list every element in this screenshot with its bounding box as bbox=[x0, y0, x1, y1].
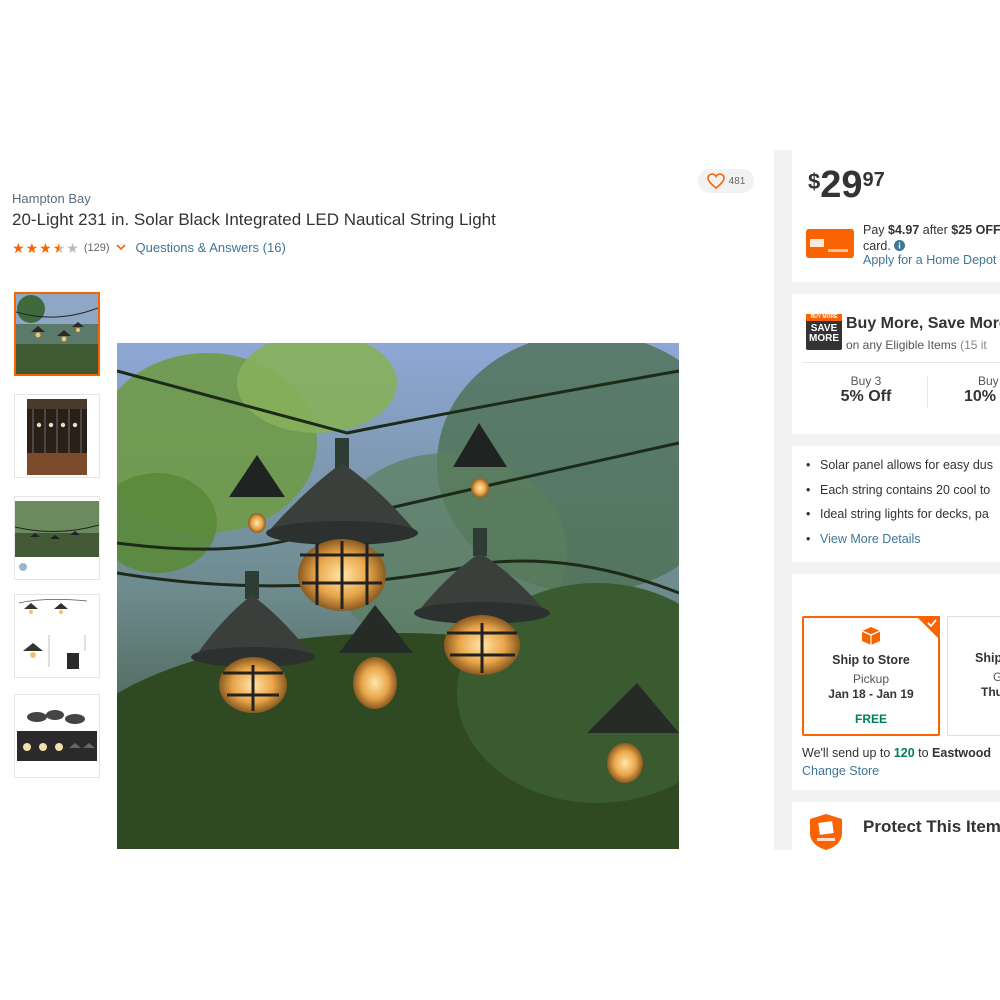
questions-answers-link[interactable]: Questions & Answers (16) bbox=[136, 240, 286, 255]
change-store-link[interactable]: Change Store bbox=[802, 764, 879, 778]
tier-discount: 5% Off bbox=[840, 388, 892, 405]
price-dollar-sign: $ bbox=[808, 169, 821, 194]
apply-credit-link[interactable]: Apply for a Home Depot bbox=[863, 253, 996, 267]
send-suffix: to bbox=[914, 746, 933, 760]
buy-more-tier[interactable]: Buy 3 5% Off bbox=[826, 374, 906, 406]
star-half-icon: ★ bbox=[52, 239, 66, 256]
price-cents: 97 bbox=[862, 169, 885, 191]
rating-stars[interactable]: ★ ★ ★ ★ ★ bbox=[12, 241, 79, 255]
buy-more-subtitle: on any Eligible Items (15 it bbox=[846, 338, 987, 352]
main-product-image[interactable] bbox=[117, 343, 679, 849]
checkmark-icon bbox=[927, 619, 937, 627]
highlights-list: • Solar panel allows for easy dus • Each s… bbox=[806, 458, 993, 556]
credit-offer-text: Pay $4.97 after $25 OFF card. bbox=[863, 222, 1000, 254]
brand-link[interactable]: Hampton Bay bbox=[12, 191, 91, 206]
card-line: card. bbox=[863, 239, 891, 253]
section-gap bbox=[792, 434, 1000, 446]
divider bbox=[802, 362, 1000, 363]
buy-more-count: (15 it bbox=[960, 338, 987, 352]
option-title: Ship to Store bbox=[832, 653, 910, 667]
star-empty-icon: ★ bbox=[66, 239, 79, 256]
view-more-details-link[interactable]: • View More Details bbox=[806, 532, 993, 557]
ship-to-store-option[interactable]: Ship to Store Pickup Jan 18 - Jan 19 FRE… bbox=[802, 616, 940, 736]
buy-more-tier[interactable]: Buy 10% bbox=[962, 374, 1000, 406]
chevron-down-icon[interactable] bbox=[115, 242, 126, 254]
thumbnail-image-1[interactable] bbox=[14, 292, 100, 376]
option-title: Ship bbox=[975, 651, 1000, 665]
divider bbox=[927, 376, 928, 408]
send-to-store-text: We'll send up to 120 to Eastwood bbox=[802, 746, 991, 760]
column-divider bbox=[774, 150, 792, 850]
info-icon[interactable] bbox=[894, 240, 906, 251]
section-gap bbox=[792, 562, 1000, 574]
tier-qty: Buy bbox=[978, 374, 999, 388]
option-subtitle: Pickup bbox=[852, 672, 890, 686]
section-gap bbox=[792, 790, 1000, 802]
ship-to-home-option[interactable]: Ship G Thu bbox=[947, 616, 1000, 736]
price-whole: 29 bbox=[820, 164, 863, 206]
pay-prefix: Pay bbox=[863, 223, 889, 237]
buy-more-subtitle-text: on any Eligible Items bbox=[846, 338, 957, 352]
badge-top: BUY MORE bbox=[806, 314, 842, 321]
price: $ 29 97 bbox=[808, 166, 885, 204]
protect-item-title: Protect This Item bbox=[863, 817, 1000, 836]
store-name: Eastwood bbox=[932, 746, 992, 760]
star-icon: ★ bbox=[12, 239, 25, 256]
buy-more-title: Buy More, Save More bbox=[846, 315, 1000, 332]
box-icon bbox=[861, 627, 881, 645]
option-price: FREE bbox=[854, 712, 887, 726]
list-item: • Each string contains 20 cool to bbox=[806, 482, 991, 497]
list-item: • Solar panel allows for easy dus bbox=[806, 458, 994, 472]
heart-icon bbox=[706, 173, 725, 189]
protection-shield-icon bbox=[810, 814, 842, 850]
option-date: Jan 18 - Jan 19 bbox=[828, 687, 914, 701]
rating-row: ★ ★ ★ ★ ★ (129) Questions & Answers (16) bbox=[12, 240, 286, 255]
favorite-button[interactable]: 481 bbox=[698, 169, 754, 193]
thumbnail-image-2[interactable] bbox=[14, 394, 100, 478]
option-date: Thu bbox=[981, 685, 1000, 699]
buy-more-badge-icon: BUY MORE SAVE MORE bbox=[806, 314, 842, 350]
section-gap bbox=[792, 282, 1000, 294]
thumbnail-image-4[interactable] bbox=[14, 594, 100, 678]
review-count[interactable]: (129) bbox=[84, 242, 110, 254]
off-amount: $25 OFF bbox=[951, 223, 1000, 237]
product-title: 20-Light 231 in. Solar Black Integrated … bbox=[12, 210, 496, 229]
credit-card-icon bbox=[806, 229, 854, 258]
list-item: • Ideal string lights for decks, pa bbox=[806, 507, 989, 521]
star-icon: ★ bbox=[25, 239, 39, 256]
badge-bot: MORE bbox=[809, 333, 839, 344]
pay-amount: $4.97 bbox=[888, 223, 920, 237]
send-qty: 120 bbox=[893, 746, 915, 760]
thumbnail-image-5[interactable] bbox=[14, 694, 100, 778]
after-text: after bbox=[919, 223, 952, 237]
send-prefix: We'll send up to bbox=[802, 746, 894, 760]
option-subtitle: G bbox=[993, 670, 1000, 684]
tier-qty: Buy 3 bbox=[850, 374, 882, 388]
tier-discount: 10% bbox=[964, 388, 997, 405]
star-icon: ★ bbox=[39, 239, 52, 256]
thumbnail-image-3[interactable] bbox=[14, 496, 100, 580]
favorite-count: 481 bbox=[728, 175, 746, 187]
